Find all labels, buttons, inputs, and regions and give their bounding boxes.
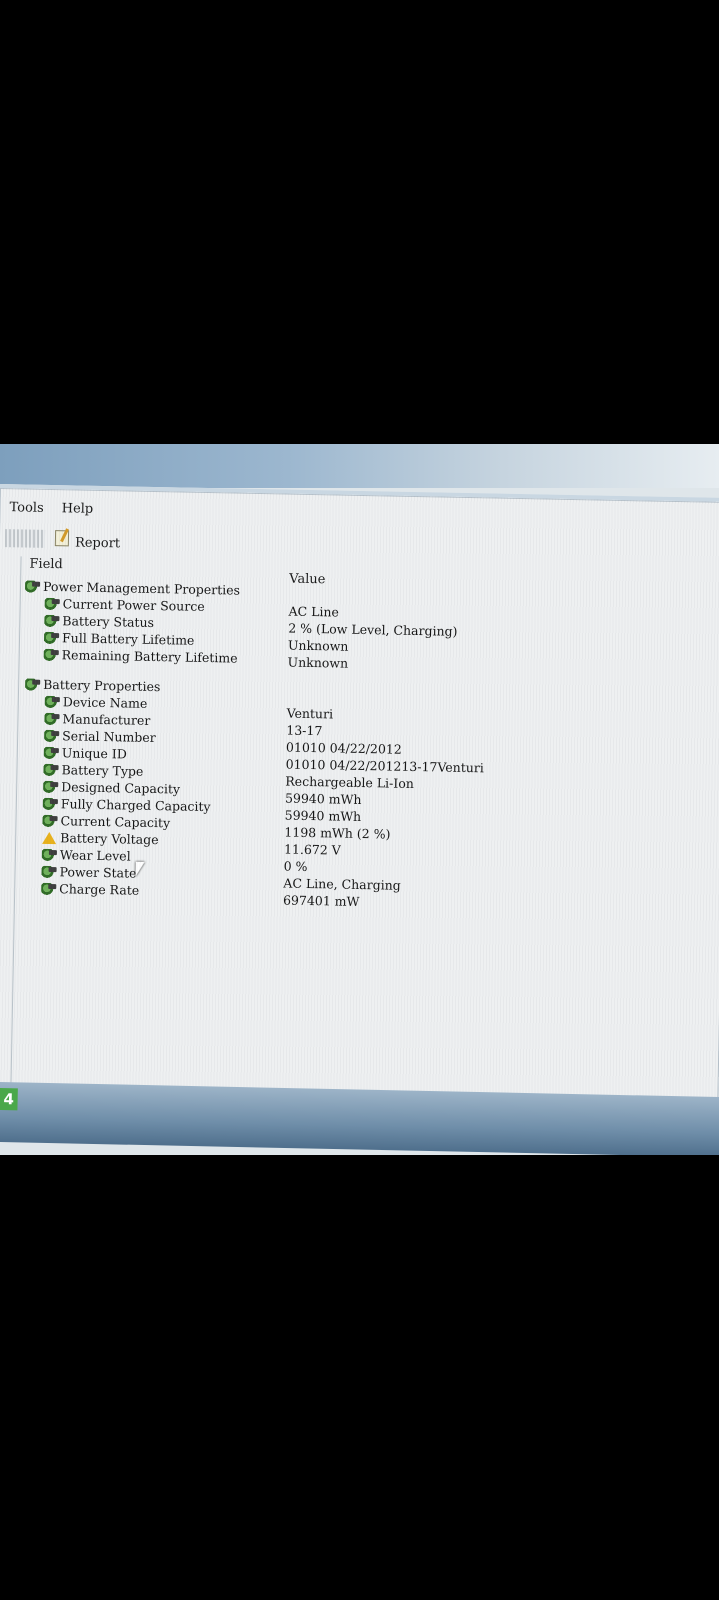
- field-value: 59940 mWh: [284, 807, 362, 824]
- field-value: Unknown: [287, 654, 349, 671]
- field-value: AC Line: [288, 603, 340, 620]
- table-row[interactable]: Device Name: [44, 694, 148, 713]
- field-value: 01010 04/22/2012: [285, 739, 402, 757]
- battery-info-window: Tools Help Report Field Value Power Mana…: [0, 484, 719, 1142]
- field-value: 1198 mWh (2 %): [284, 824, 391, 842]
- field-label: Designed Capacity: [61, 779, 181, 797]
- table-row[interactable]: Remaining Battery Lifetime: [43, 647, 238, 668]
- photo-dark-top: [0, 0, 719, 444]
- table-row[interactable]: Power State: [41, 864, 137, 883]
- field-value: Venturi: [286, 705, 334, 722]
- table-row[interactable]: Charge Rate: [41, 881, 139, 900]
- monitor-screen: Tools Help Report Field Value Power Mana…: [0, 444, 719, 1155]
- property-icon: [43, 780, 58, 794]
- property-icon: [41, 848, 57, 862]
- field-value: 0 %: [283, 858, 308, 874]
- report-button[interactable]: Report: [53, 528, 121, 551]
- property-icon: [43, 763, 58, 777]
- field-label: Current Power Source: [62, 596, 205, 614]
- field-label: Serial Number: [62, 728, 156, 746]
- property-icon: [44, 614, 59, 628]
- column-header-field[interactable]: Field: [29, 557, 63, 578]
- field-value: 01010 04/22/201213-17Venturi: [285, 756, 484, 776]
- field-label: Current Capacity: [60, 813, 171, 831]
- group-title: Battery Properties: [43, 676, 161, 695]
- field-value: 59940 mWh: [284, 790, 362, 807]
- photo-dark-bottom: [0, 1155, 719, 1600]
- field-label: Full Battery Lifetime: [61, 630, 195, 648]
- field-value: Unknown: [287, 637, 349, 654]
- property-icon: [42, 797, 57, 811]
- column-header-value[interactable]: Value: [289, 572, 325, 593]
- field-label: Manufacturer: [62, 711, 151, 728]
- property-icon: [41, 865, 56, 879]
- field-label: Power State: [59, 864, 137, 881]
- field-label: Battery Type: [61, 762, 144, 779]
- field-label: Unique ID: [61, 745, 127, 762]
- warning-icon: [42, 831, 57, 845]
- taskbar-app-button[interactable]: 4: [0, 1087, 18, 1111]
- battery-properties-icon: [25, 678, 40, 691]
- menu-help[interactable]: Help: [61, 501, 94, 524]
- field-label: Fully Charged Capacity: [60, 796, 211, 815]
- mouse-cursor-icon: [135, 861, 145, 877]
- property-icon: [43, 648, 58, 662]
- property-icon: [42, 814, 57, 828]
- field-label: Battery Voltage: [60, 830, 159, 848]
- desktop-background: [0, 444, 719, 488]
- property-icon: [44, 695, 59, 709]
- table-row[interactable]: Unique ID: [43, 745, 127, 764]
- field-value: 13-17: [286, 722, 323, 739]
- toolbar-grip: [4, 529, 46, 548]
- field-label: Wear Level: [59, 847, 131, 864]
- property-icon: [44, 712, 59, 726]
- field-value: Rechargeable Li-Ion: [285, 773, 415, 791]
- field-value: AC Line, Charging: [283, 875, 401, 893]
- property-icon: [44, 597, 59, 611]
- property-icon: [41, 882, 56, 896]
- property-icon: [44, 729, 59, 743]
- property-icon: [43, 631, 59, 645]
- table-row[interactable]: Wear Level: [41, 847, 131, 866]
- field-value: 697401 mW: [282, 892, 360, 909]
- table-row[interactable]: Serial Number: [44, 728, 156, 747]
- field-label: Remaining Battery Lifetime: [61, 647, 238, 666]
- group-title: Power Management Properties: [42, 578, 241, 598]
- table-row[interactable]: Battery Type: [43, 762, 144, 781]
- report-button-label: Report: [74, 535, 121, 552]
- field-label: Battery Status: [62, 613, 155, 630]
- field-value: 2 % (Low Level, Charging): [288, 620, 458, 639]
- power-properties-icon: [24, 580, 40, 593]
- table-row[interactable]: Battery Status: [44, 613, 154, 632]
- table-row[interactable]: Manufacturer: [44, 711, 150, 730]
- field-label: Device Name: [62, 694, 148, 711]
- property-icon: [43, 746, 58, 760]
- report-icon: [53, 528, 71, 546]
- menu-tools[interactable]: Tools: [9, 500, 43, 523]
- field-label: Charge Rate: [59, 881, 140, 898]
- properties-list: Field Value Power Management Properties …: [9, 556, 719, 1130]
- field-value: 11.672 V: [283, 841, 341, 858]
